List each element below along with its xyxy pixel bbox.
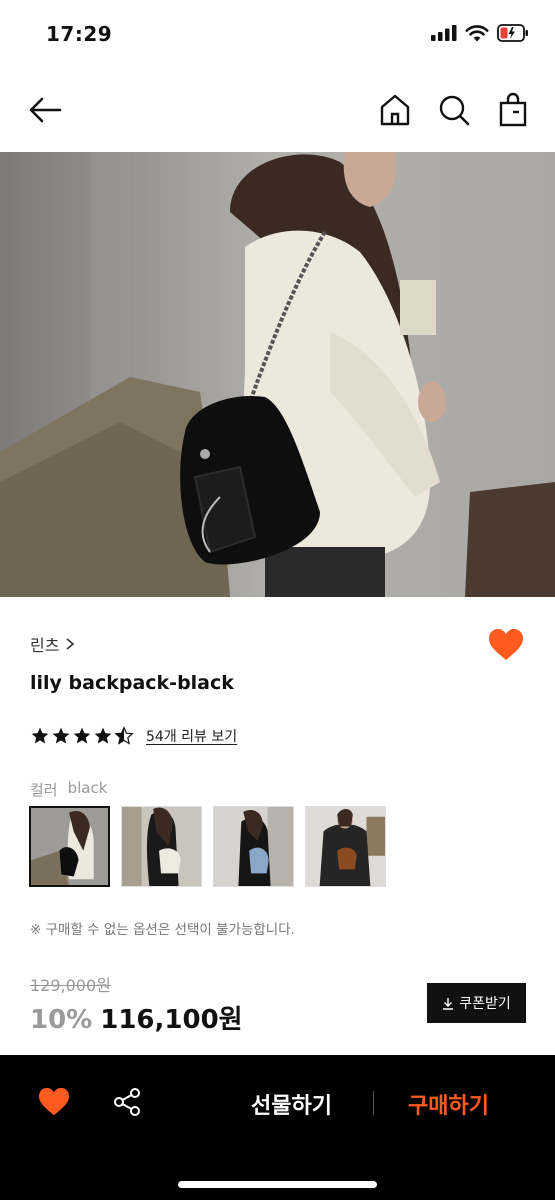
option-notice: ※ 구매할 수 없는 옵션은 선택이 불가능합니다. xyxy=(30,922,295,938)
product-image[interactable] xyxy=(0,152,555,597)
star-icon xyxy=(52,727,70,744)
star-icon xyxy=(94,727,112,744)
status-time: 17:29 xyxy=(46,22,113,46)
divider xyxy=(373,1091,374,1115)
top-navigation xyxy=(0,78,555,142)
color-thumbnail-blue[interactable] xyxy=(213,806,294,887)
battery-charging-icon xyxy=(497,24,528,42)
share-icon[interactable] xyxy=(112,1087,142,1117)
price-row: 10% 116,100원 xyxy=(30,999,243,1036)
status-bar: 17:29 xyxy=(0,0,555,70)
signal-icon xyxy=(431,25,457,41)
brand-name: 린츠 xyxy=(30,636,60,655)
coupon-label: 쿠폰받기 xyxy=(459,995,511,1011)
color-thumbnail-cream[interactable] xyxy=(121,806,202,887)
coupon-button[interactable]: 쿠폰받기 xyxy=(427,983,526,1023)
color-thumbnail-brown[interactable] xyxy=(305,806,386,887)
discount-rate: 10% xyxy=(30,1005,93,1035)
status-icons xyxy=(431,24,529,42)
heart-icon[interactable] xyxy=(488,628,524,662)
search-icon[interactable] xyxy=(437,92,471,128)
color-option-label: 컬러 black xyxy=(30,779,107,800)
brand-link[interactable]: 린츠 xyxy=(30,632,75,656)
shopping-bag-icon[interactable] xyxy=(496,92,530,128)
home-indicator xyxy=(178,1181,377,1188)
home-icon[interactable] xyxy=(378,92,412,128)
color-label: 컬러 xyxy=(30,781,58,799)
heart-icon[interactable] xyxy=(38,1087,70,1117)
download-icon xyxy=(443,997,454,1010)
color-thumbnail-black[interactable] xyxy=(29,806,110,887)
star-half-icon xyxy=(114,726,134,745)
star-icon xyxy=(73,727,91,744)
star-icon xyxy=(31,727,49,744)
color-value: black xyxy=(67,779,108,797)
wifi-icon xyxy=(465,24,489,41)
original-price: 129,000원 xyxy=(30,976,111,995)
color-thumbnails xyxy=(29,806,386,887)
rating-stars xyxy=(30,726,134,746)
bottom-action-bar: 선물하기 구매하기 xyxy=(0,1055,555,1200)
chevron-right-icon xyxy=(66,638,75,650)
sale-price: 116,100원 xyxy=(100,1005,243,1035)
back-arrow-icon[interactable] xyxy=(26,92,64,128)
product-title: lily backpack-black xyxy=(30,672,234,694)
gift-button[interactable]: 선물하기 xyxy=(251,1088,332,1120)
buy-button[interactable]: 구매하기 xyxy=(408,1088,489,1120)
rating-row: 54개 리뷰 보기 xyxy=(30,726,237,746)
review-link[interactable]: 54개 리뷰 보기 xyxy=(146,726,237,746)
